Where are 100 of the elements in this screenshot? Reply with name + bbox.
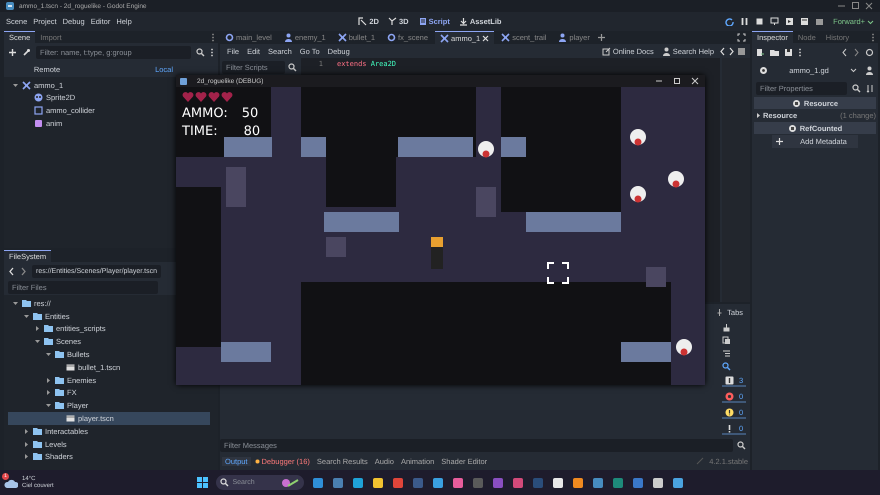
search-icon — [288, 62, 297, 72]
area-node-icon — [440, 34, 450, 42]
app-icon[interactable] — [552, 476, 564, 488]
person-icon — [284, 33, 293, 42]
search-icon — [196, 48, 205, 56]
clear-icon[interactable] — [722, 323, 731, 332]
folder-icon[interactable] — [770, 48, 779, 56]
gear-icon — [759, 66, 768, 74]
back-icon[interactable] — [841, 48, 848, 56]
kebab-menu-icon[interactable] — [210, 48, 214, 56]
godot-logo-icon — [6, 2, 14, 10]
app-icon[interactable] — [652, 476, 664, 488]
person-icon — [558, 33, 568, 42]
app-icon[interactable] — [672, 476, 684, 488]
new-resource-icon[interactable] — [756, 48, 765, 56]
ledge — [224, 137, 272, 157]
search-icon — [220, 478, 228, 487]
search-icon[interactable] — [722, 362, 731, 371]
close-icon[interactable] — [691, 77, 699, 85]
collision-shape-icon — [34, 106, 43, 115]
ledge — [501, 137, 526, 157]
animation-player-icon — [34, 118, 43, 128]
sort-icon[interactable] — [866, 84, 874, 92]
download-icon — [458, 17, 468, 26]
play-custom-icon[interactable] — [800, 17, 810, 26]
sprite-node-icon — [34, 93, 43, 102]
hud-value: 80 — [242, 124, 260, 139]
kebab-menu-icon[interactable] — [211, 32, 215, 42]
back-icon[interactable] — [719, 46, 726, 56]
play-scene-icon[interactable] — [785, 17, 794, 26]
app-icon[interactable] — [352, 476, 364, 488]
caret-icon — [850, 67, 857, 73]
warning-icon — [725, 408, 734, 416]
movie-icon[interactable] — [815, 17, 824, 26]
close-icon[interactable] — [865, 2, 874, 10]
ledge — [221, 342, 271, 362]
add-icon — [775, 137, 784, 146]
save-icon[interactable] — [784, 48, 793, 56]
copy-icon[interactable] — [722, 336, 731, 345]
hud-value: 50 — [242, 106, 258, 121]
app-icon[interactable] — [372, 476, 384, 488]
search-icon[interactable] — [737, 440, 746, 450]
enemy-drawing — [630, 129, 646, 146]
restart-icon[interactable] — [725, 17, 734, 26]
app-icon[interactable] — [432, 476, 444, 488]
enemy-drawing — [676, 339, 692, 356]
hud-label: AMMO: — [182, 106, 228, 121]
crosshair-icon — [547, 262, 569, 284]
collapse-icon[interactable] — [722, 349, 731, 358]
search-icon — [852, 84, 861, 92]
link-icon[interactable] — [22, 48, 31, 56]
player-drawing — [431, 237, 443, 269]
external-link-icon — [602, 46, 611, 56]
kebab-menu-icon[interactable] — [798, 48, 802, 56]
kebab-menu-icon[interactable] — [871, 32, 875, 42]
axes-icon — [388, 17, 397, 26]
scene-file-icon — [66, 414, 75, 424]
ledge — [621, 342, 671, 362]
class-icon — [792, 98, 801, 108]
floor-tile — [326, 237, 346, 257]
area-node-icon — [338, 33, 347, 42]
pause-icon[interactable] — [740, 17, 750, 26]
hud-label: TIME: — [182, 124, 218, 139]
add-icon[interactable] — [8, 48, 17, 56]
enemy-drawing — [478, 141, 494, 158]
maximize-icon[interactable] — [673, 77, 681, 85]
error-icon — [725, 392, 734, 400]
ledge — [301, 137, 326, 157]
history-icon[interactable] — [865, 48, 874, 56]
script-icon — [418, 17, 427, 26]
message-icon — [725, 376, 734, 384]
panel-toggle-icon[interactable] — [737, 46, 746, 56]
floor-tile — [476, 187, 496, 217]
expand-arrow-icon — [755, 112, 761, 119]
maximize-icon[interactable] — [851, 2, 860, 10]
area-node-icon — [501, 33, 510, 42]
decoration-icon — [280, 476, 300, 488]
caret-icon — [867, 18, 874, 24]
enemy-drawing — [668, 171, 684, 188]
stop-icon[interactable] — [755, 17, 764, 26]
back-icon[interactable] — [8, 266, 15, 276]
remote-debug-icon[interactable] — [770, 17, 780, 26]
scene-file-icon — [66, 362, 75, 372]
pin-icon — [716, 308, 724, 316]
corner-arrow-icon — [358, 17, 368, 26]
person-icon — [662, 46, 671, 56]
warning-dot-icon — [254, 458, 260, 464]
circle-node-icon — [387, 33, 396, 42]
floor-tile — [646, 267, 666, 287]
add-tab-icon[interactable] — [596, 33, 606, 42]
circle-node-icon — [225, 33, 234, 42]
person-icon[interactable] — [865, 66, 874, 74]
app-icon — [180, 78, 187, 84]
enemy-drawing — [630, 186, 646, 202]
app-icon[interactable] — [572, 476, 584, 488]
area-node-icon — [22, 80, 31, 90]
start-icon[interactable] — [196, 477, 208, 488]
class-icon — [788, 124, 797, 132]
floor-tile — [226, 167, 246, 207]
fullscreen-icon[interactable] — [737, 33, 746, 42]
